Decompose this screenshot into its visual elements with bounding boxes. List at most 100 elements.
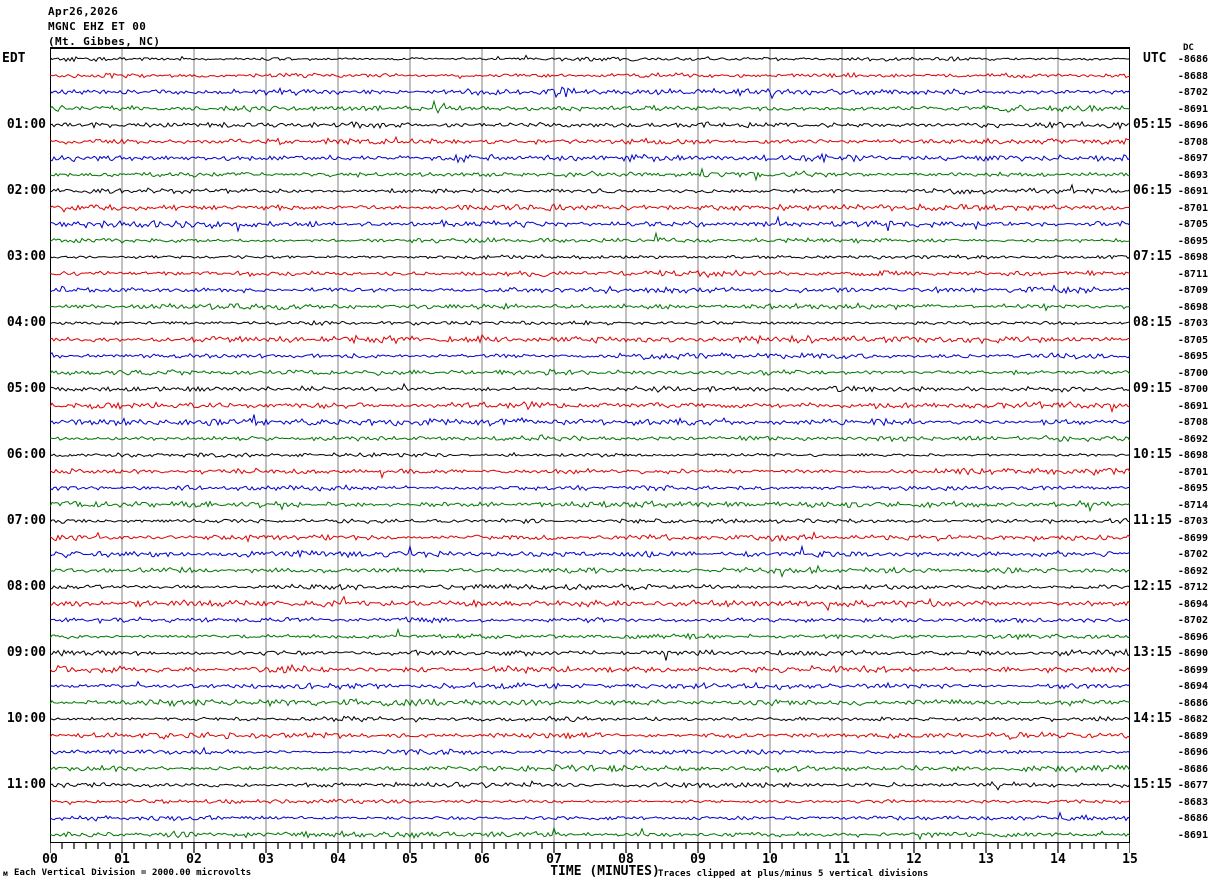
utc-hour-label: 12:15 [1133, 579, 1173, 594]
dc-value: -8693 [1177, 169, 1208, 181]
seismo-trace [50, 616, 1130, 625]
dc-value: -8698 [1177, 301, 1208, 313]
dc-value: -8694 [1177, 681, 1208, 692]
seismo-trace [50, 826, 1130, 841]
dc-value: -8686 [1177, 813, 1208, 824]
seismo-trace [50, 764, 1130, 774]
seismo-trace [50, 663, 1130, 675]
seismo-trace [50, 715, 1130, 723]
seismo-trace [50, 697, 1130, 708]
minute-tick-label: 14 [1050, 852, 1066, 867]
dc-value: -8695 [1177, 235, 1208, 247]
minute-tick-label: 11 [834, 852, 850, 867]
seismo-trace [50, 530, 1130, 543]
left-axis-label: EDT [2, 51, 26, 66]
seismo-trace [50, 780, 1130, 791]
edt-hour-label: 03:00 [6, 249, 46, 264]
seismo-trace [50, 302, 1130, 312]
dc-value: -8703 [1177, 516, 1208, 527]
seismo-trace [50, 648, 1130, 661]
dc-value: -8689 [1177, 730, 1208, 742]
seismo-trace [50, 269, 1130, 279]
dc-value: -8709 [1177, 285, 1208, 296]
seismo-trace [50, 183, 1130, 195]
seismo-trace [50, 595, 1130, 612]
minute-tick-label: 10 [762, 852, 778, 867]
minute-tick-label: 04 [330, 852, 346, 867]
minute-tick-label: 03 [258, 852, 274, 867]
dc-value: -8699 [1177, 664, 1208, 676]
dc-value: -8700 [1177, 367, 1208, 379]
seismo-trace [50, 400, 1130, 414]
seismo-trace [50, 451, 1130, 458]
seismo-trace [50, 319, 1130, 327]
edt-hour-label: 04:00 [6, 315, 46, 330]
utc-hour-label: 10:15 [1133, 447, 1173, 462]
edt-hour-label: 07:00 [6, 513, 46, 528]
dc-value: -8691 [1177, 829, 1208, 841]
seismo-trace [50, 368, 1130, 376]
minute-tick-label: 09 [690, 852, 706, 867]
minute-tick-label: 02 [186, 852, 202, 867]
utc-hour-label: 15:15 [1133, 777, 1173, 792]
seismo-trace [50, 284, 1130, 295]
dc-value: -8708 [1177, 136, 1208, 148]
seismo-trace [50, 54, 1130, 63]
seismo-trace [50, 517, 1130, 525]
seismo-trace [50, 746, 1130, 756]
seismo-trace [50, 203, 1130, 213]
utc-hour-label: 05:15 [1133, 117, 1173, 132]
dc-value: -8699 [1177, 532, 1208, 544]
dc-value: -8703 [1177, 318, 1208, 329]
utc-hour-label: 14:15 [1133, 711, 1173, 726]
dc-value: -8702 [1177, 549, 1208, 560]
x-axis-title: TIME (MINUTES) [550, 864, 660, 879]
seismo-trace [50, 544, 1130, 559]
dc-value: -8701 [1177, 202, 1208, 214]
dc-value: -8711 [1177, 268, 1208, 280]
edt-hour-label: 08:00 [6, 579, 46, 594]
edt-hour-label: 06:00 [6, 447, 46, 462]
seismo-trace [50, 414, 1130, 427]
dc-value: -8692 [1177, 565, 1208, 577]
dc-value: -8698 [1177, 450, 1208, 461]
seismo-trace [50, 811, 1130, 822]
seismo-trace [50, 680, 1130, 691]
dc-value: -8691 [1177, 186, 1208, 197]
minute-tick-label: 13 [978, 852, 994, 867]
utc-hour-label: 06:15 [1133, 183, 1173, 198]
dc-value: -8696 [1177, 120, 1208, 131]
seismogram-plot [50, 47, 1130, 853]
dc-value: -8688 [1177, 70, 1208, 82]
dc-value: -8694 [1177, 598, 1208, 610]
utc-hour-label: 13:15 [1133, 645, 1173, 660]
seismo-trace [50, 467, 1130, 480]
dc-value: -8705 [1177, 219, 1208, 230]
minute-tick-label: 00 [42, 852, 58, 867]
dc-value: -8691 [1177, 103, 1208, 115]
dc-value: -8702 [1177, 615, 1208, 626]
dc-column-label: DC [1183, 43, 1194, 53]
seismo-trace [50, 564, 1130, 578]
seismo-trace [50, 434, 1130, 443]
seismo-trace [50, 484, 1130, 492]
seismo-trace [50, 627, 1130, 641]
dc-value: -8690 [1177, 648, 1208, 659]
edt-hour-label: 05:00 [6, 381, 46, 396]
helicorder-screen: Apr26,2026 MGNC EHZ ET 00 (Mt. Gibbes, N… [0, 0, 1210, 886]
seismo-trace [50, 86, 1130, 100]
seismo-trace [50, 253, 1130, 260]
seismo-trace [50, 382, 1130, 393]
dc-value: -8702 [1177, 87, 1208, 98]
dc-value: -8700 [1177, 384, 1208, 395]
dc-value: -8683 [1177, 796, 1208, 808]
seismo-trace [50, 71, 1130, 80]
dc-value: -8701 [1177, 466, 1208, 478]
seismo-trace [50, 798, 1130, 806]
utc-hour-label: 08:15 [1133, 315, 1173, 330]
footer-clip-note: Traces clipped at plus/minus 5 vertical … [658, 869, 929, 879]
seismo-trace [50, 135, 1130, 146]
dc-value: -8686 [1177, 763, 1208, 775]
dc-value: -8686 [1177, 54, 1208, 65]
minute-tick-label: 01 [114, 852, 130, 867]
